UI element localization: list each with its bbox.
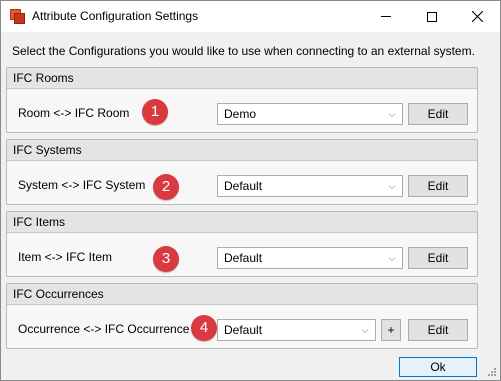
mapping-label: Occurrence <-> IFC Occurrence [18, 322, 190, 336]
title-bar[interactable]: Attribute Configuration Settings [1, 1, 500, 32]
minimize-button[interactable] [363, 1, 409, 32]
configuration-select[interactable]: Default ⌵ [217, 319, 376, 341]
ok-button[interactable]: Ok [399, 357, 477, 377]
group-ifc-occurrences: IFC Occurrences Occurrence <-> IFC Occur… [6, 283, 478, 349]
configuration-select[interactable]: Demo ⌵ [217, 103, 403, 125]
group-header: IFC Items [7, 212, 477, 233]
step-badge: 1 [142, 99, 168, 125]
selected-value: Demo [224, 107, 257, 121]
mapping-label: Item <-> IFC Item [18, 250, 113, 264]
mapping-label: Room <-> IFC Room [18, 106, 130, 120]
edit-button[interactable]: Edit [408, 319, 468, 341]
minimize-icon [381, 16, 391, 17]
add-configuration-button[interactable]: + [381, 319, 401, 341]
close-button[interactable] [454, 1, 500, 32]
dialog-window: Attribute Configuration Settings Select … [0, 0, 501, 381]
group-ifc-rooms: IFC Rooms Room <-> IFC Room 1 Demo ⌵ Edi… [6, 67, 478, 133]
group-header: IFC Occurrences [7, 284, 477, 305]
selected-value: Default [224, 251, 263, 265]
group-header: IFC Rooms [7, 68, 477, 89]
edit-button[interactable]: Edit [408, 175, 468, 197]
step-badge: 3 [153, 246, 179, 272]
edit-button[interactable]: Edit [408, 103, 468, 125]
app-logo-icon [10, 9, 25, 24]
dialog-body: Select the Configurations you would like… [1, 32, 500, 380]
mapping-label: System <-> IFC System [18, 178, 146, 192]
step-badge: 2 [153, 174, 179, 200]
maximize-button[interactable] [409, 1, 455, 32]
configuration-select[interactable]: Default ⌵ [217, 247, 403, 269]
step-badge: 4 [191, 315, 217, 341]
group-ifc-systems: IFC Systems System <-> IFC System 2 Defa… [6, 139, 478, 205]
chevron-down-icon: ⌵ [388, 181, 396, 191]
resize-grip-icon[interactable] [485, 367, 497, 379]
selected-value: Default [224, 323, 263, 337]
group-header: IFC Systems [7, 140, 477, 161]
window-title: Attribute Configuration Settings [32, 9, 199, 23]
configuration-select[interactable]: Default ⌵ [217, 175, 403, 197]
instruction-text: Select the Configurations you would like… [12, 44, 475, 58]
chevron-down-icon: ⌵ [388, 109, 396, 119]
selected-value: Default [224, 179, 263, 193]
close-icon [471, 11, 483, 22]
group-ifc-items: IFC Items Item <-> IFC Item 3 Default ⌵ … [6, 211, 478, 277]
maximize-icon [427, 11, 437, 22]
edit-button[interactable]: Edit [408, 247, 468, 269]
chevron-down-icon: ⌵ [361, 325, 369, 335]
chevron-down-icon: ⌵ [388, 253, 396, 263]
